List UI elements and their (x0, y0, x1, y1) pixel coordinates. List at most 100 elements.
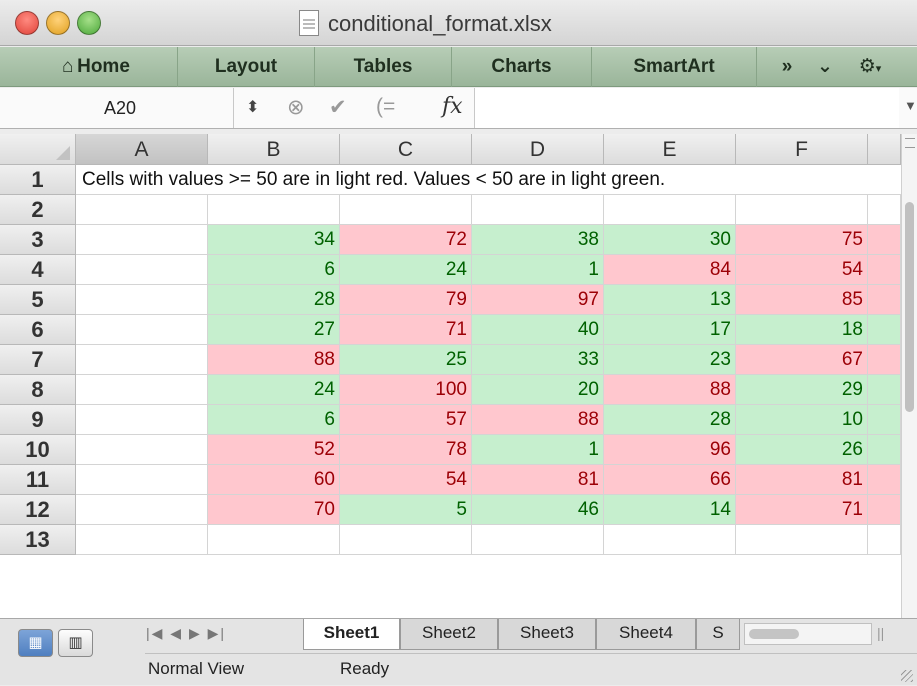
row-header-7[interactable]: 7 (0, 345, 76, 375)
tab-tables[interactable]: Tables (315, 47, 452, 87)
data-cell[interactable]: 24 (340, 255, 472, 285)
data-cell[interactable]: 88 (472, 405, 604, 435)
data-cell[interactable]: 6 (208, 255, 340, 285)
cell[interactable] (736, 195, 868, 225)
cell[interactable] (208, 195, 340, 225)
next-sheet-icon[interactable]: ▶ (189, 625, 202, 641)
data-cell[interactable]: 25 (340, 345, 472, 375)
cell[interactable] (604, 525, 736, 555)
tab-home[interactable]: Home (0, 47, 178, 87)
ribbon-overflow-button[interactable]: » (757, 47, 817, 87)
cell[interactable] (868, 195, 901, 225)
name-box-stepper-icon[interactable]: ⬍ (246, 97, 259, 117)
row-header-13[interactable]: 13 (0, 525, 76, 555)
cell[interactable] (76, 375, 208, 405)
row-header-9[interactable]: 9 (0, 405, 76, 435)
data-cell[interactable]: 26 (736, 435, 868, 465)
minimize-window-button[interactable] (46, 11, 70, 35)
data-cell[interactable]: 29 (736, 375, 868, 405)
cell[interactable] (76, 285, 208, 315)
column-header-g[interactable] (868, 134, 901, 165)
tab-layout[interactable]: Layout (178, 47, 315, 87)
data-cell[interactable]: 66 (604, 465, 736, 495)
column-header-f[interactable]: F (736, 134, 868, 165)
data-cell[interactable]: 54 (340, 465, 472, 495)
data-cell[interactable]: 14 (604, 495, 736, 525)
cell[interactable] (868, 345, 901, 375)
column-header-d[interactable]: D (472, 134, 604, 165)
cell[interactable] (868, 495, 901, 525)
row-header-3[interactable]: 3 (0, 225, 76, 255)
accept-formula-icon[interactable]: ✔ (329, 95, 347, 120)
row-header-1[interactable]: 1 (0, 165, 76, 195)
data-cell[interactable]: 72 (340, 225, 472, 255)
data-cell[interactable]: 40 (472, 315, 604, 345)
data-cell[interactable]: 24 (208, 375, 340, 405)
horizontal-scrollbar[interactable] (744, 623, 872, 645)
column-header-c[interactable]: C (340, 134, 472, 165)
row-header-8[interactable]: 8 (0, 375, 76, 405)
data-cell[interactable]: 70 (208, 495, 340, 525)
resize-grip-icon[interactable] (901, 670, 913, 682)
first-sheet-icon[interactable]: |◀ (146, 625, 164, 641)
data-cell[interactable]: 84 (604, 255, 736, 285)
cell[interactable] (76, 345, 208, 375)
row-header-11[interactable]: 11 (0, 465, 76, 495)
cell[interactable] (76, 525, 208, 555)
cell[interactable] (76, 195, 208, 225)
data-cell[interactable]: 96 (604, 435, 736, 465)
cell[interactable] (868, 525, 901, 555)
insert-function-icon[interactable]: (= (376, 95, 395, 119)
cell[interactable] (472, 525, 604, 555)
tab-smartart[interactable]: SmartArt (592, 47, 757, 87)
data-cell[interactable]: 100 (340, 375, 472, 405)
row-header-12[interactable]: 12 (0, 495, 76, 525)
data-cell[interactable]: 88 (604, 375, 736, 405)
last-sheet-icon[interactable]: ▶| (208, 625, 226, 641)
cell[interactable] (76, 255, 208, 285)
data-cell[interactable]: 27 (208, 315, 340, 345)
formula-expand-icon[interactable]: ▼ (904, 98, 917, 113)
data-cell[interactable]: 28 (208, 285, 340, 315)
column-header-b[interactable]: B (208, 134, 340, 165)
data-cell[interactable]: 17 (604, 315, 736, 345)
cell[interactable] (76, 405, 208, 435)
cell[interactable] (736, 525, 868, 555)
data-cell[interactable]: 57 (340, 405, 472, 435)
data-cell[interactable]: 1 (472, 255, 604, 285)
cell[interactable] (76, 495, 208, 525)
cell[interactable] (868, 375, 901, 405)
cell[interactable] (76, 435, 208, 465)
cell[interactable] (868, 255, 901, 285)
ribbon-collapse-button[interactable]: ⌄ (810, 47, 840, 87)
data-cell[interactable]: 13 (604, 285, 736, 315)
cell[interactable] (340, 195, 472, 225)
column-header-a[interactable]: A (76, 134, 208, 165)
vertical-scrollbar[interactable] (901, 134, 917, 618)
formula-input[interactable] (474, 88, 899, 128)
data-cell[interactable]: 5 (340, 495, 472, 525)
cell[interactable] (76, 315, 208, 345)
name-box[interactable]: A20 (0, 88, 234, 128)
cell[interactable] (604, 195, 736, 225)
column-header-e[interactable]: E (604, 134, 736, 165)
data-cell[interactable]: 67 (736, 345, 868, 375)
cell[interactable] (868, 435, 901, 465)
data-cell[interactable]: 78 (340, 435, 472, 465)
data-cell[interactable]: 38 (472, 225, 604, 255)
sheet-tab-2[interactable]: Sheet2 (400, 619, 498, 650)
cell[interactable] (472, 195, 604, 225)
data-cell[interactable]: 81 (736, 465, 868, 495)
cell[interactable] (868, 315, 901, 345)
data-cell[interactable]: 46 (472, 495, 604, 525)
cell[interactable] (868, 285, 901, 315)
row-header-6[interactable]: 6 (0, 315, 76, 345)
data-cell[interactable]: 30 (604, 225, 736, 255)
data-cell[interactable]: 97 (472, 285, 604, 315)
data-cell[interactable]: 75 (736, 225, 868, 255)
page-layout-view-button[interactable]: ▥ (58, 629, 93, 657)
sheet-tab-4[interactable]: Sheet4 (596, 619, 696, 650)
data-cell[interactable]: 6 (208, 405, 340, 435)
cell[interactable] (340, 525, 472, 555)
data-cell[interactable]: 71 (340, 315, 472, 345)
